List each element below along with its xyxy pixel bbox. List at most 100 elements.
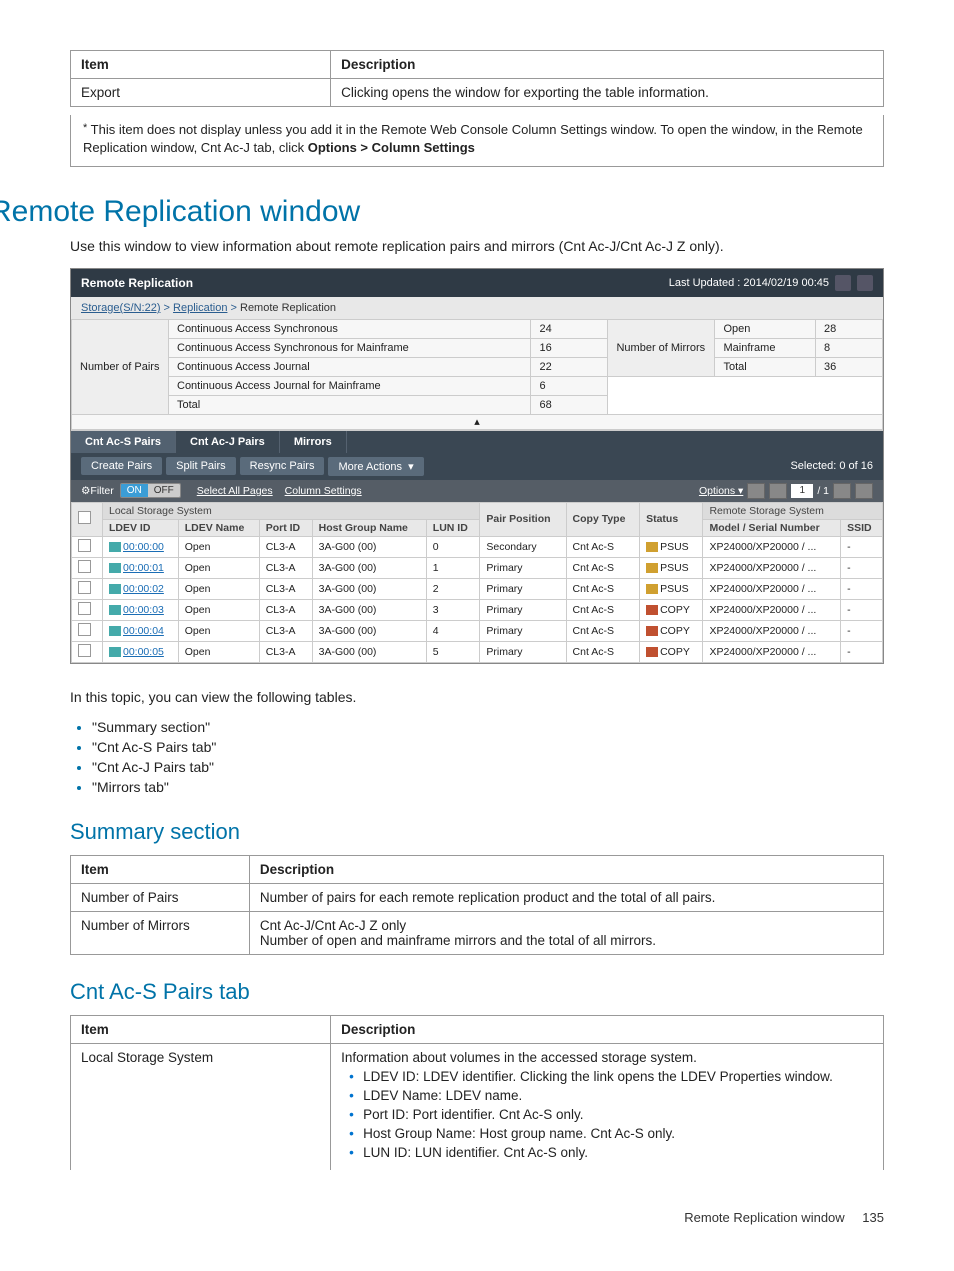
col-port[interactable]: Port ID [259,519,312,536]
page-input[interactable]: 1 [791,484,813,498]
cell-port: CL3-A [259,557,312,578]
td-item: Export [71,79,331,107]
mirrors-r0-l: Open [715,319,816,338]
cell-hg: 3A-G00 (00) [312,599,426,620]
summary-table: Item Description Number of Pairs Number … [70,855,884,955]
th-desc: Description [331,51,884,79]
tab-cnt-ac-j[interactable]: Cnt Ac-J Pairs [176,431,280,453]
row-checkbox[interactable] [78,644,91,657]
more-actions-button[interactable]: More Actions ▾ [328,457,423,476]
col-status[interactable]: Status [640,502,703,536]
row-checkbox[interactable] [78,623,91,636]
col-pair[interactable]: Pair Position [480,502,566,536]
cell-lun: 2 [426,578,480,599]
create-pairs-button[interactable]: Create Pairs [81,457,162,475]
resync-pairs-button[interactable]: Resync Pairs [240,457,325,475]
mirrors-r0-v: 28 [816,319,883,338]
crumb-storage[interactable]: Storage(S/N:22) [81,302,160,314]
cell-model: XP24000/XP20000 / ... [703,620,841,641]
cell-name: Open [178,578,259,599]
row-checkbox[interactable] [78,560,91,573]
table-row[interactable]: 00:00:04OpenCL3-A3A-G00 (00)4PrimaryCnt … [72,620,883,641]
col-copy[interactable]: Copy Type [566,502,640,536]
split-pairs-button[interactable]: Split Pairs [166,457,236,475]
page-first-icon[interactable] [747,483,765,499]
list-item: LDEV ID: LDEV identifier. Clicking the l… [349,1069,873,1084]
help-icon[interactable] [857,275,873,291]
options-menu[interactable]: Options ▾ [699,485,743,497]
footnote-star: * [83,122,87,134]
cell-lun: 3 [426,599,480,620]
cell-model: XP24000/XP20000 / ... [703,557,841,578]
ldev-link[interactable]: 00:00:02 [123,583,164,595]
selected-count: Selected: 0 of 16 [790,460,873,472]
select-all-pages[interactable]: Select All Pages [197,485,273,497]
select-all-checkbox[interactable] [78,511,91,524]
col-hg[interactable]: Host Group Name [312,519,426,536]
cell-hg: 3A-G00 (00) [312,578,426,599]
table-row[interactable]: 00:00:03OpenCL3-A3A-G00 (00)3PrimaryCnt … [72,599,883,620]
sum-r1-desc: Cnt Ac-J/Cnt Ac-J Z only Number of open … [249,911,883,954]
cell-pair: Secondary [480,536,566,557]
row-checkbox[interactable] [78,539,91,552]
cell-pair: Primary [480,620,566,641]
cell-ssid: - [841,536,883,557]
ldev-link[interactable]: 00:00:00 [123,541,164,553]
ldev-link[interactable]: 00:00:05 [123,646,164,658]
crumb-replication[interactable]: Replication [173,302,227,314]
link-cnt-ac-s[interactable]: "Cnt Ac-S Pairs tab" [92,739,216,755]
list-item: LDEV Name: LDEV name. [349,1088,873,1103]
link-mirrors[interactable]: "Mirrors tab" [92,779,169,795]
cell-name: Open [178,557,259,578]
col-ldev-id[interactable]: LDEV ID [103,519,179,536]
pairs-grid: Local Storage System Pair Position Copy … [71,502,883,663]
table-row[interactable]: 00:00:00OpenCL3-A3A-G00 (00)0SecondaryCn… [72,536,883,557]
col-ssid[interactable]: SSID [841,519,883,536]
row-checkbox[interactable] [78,581,91,594]
cell-lun: 0 [426,536,480,557]
cell-model: XP24000/XP20000 / ... [703,536,841,557]
col-ldev-name[interactable]: LDEV Name [178,519,259,536]
ldev-link[interactable]: 00:00:04 [123,625,164,637]
cell-copy: Cnt Ac-S [566,641,640,662]
cell-name: Open [178,641,259,662]
row-checkbox[interactable] [78,602,91,615]
pairs-r1-v: 16 [531,338,608,357]
cell-hg: 3A-G00 (00) [312,620,426,641]
link-summary[interactable]: "Summary section" [92,719,210,735]
page-last-icon[interactable] [855,483,873,499]
cell-copy: Cnt Ac-S [566,557,640,578]
ldev-link[interactable]: 00:00:03 [123,604,164,616]
column-settings[interactable]: Column Settings [285,485,362,497]
status-icon [646,542,658,552]
page-next-icon[interactable] [833,483,851,499]
sum-r0-desc: Number of pairs for each remote replicat… [249,883,883,911]
volume-icon [109,563,121,573]
volume-icon [109,584,121,594]
cas-th-item: Item [71,1015,331,1043]
grp-remote: Remote Storage System [703,502,883,519]
footnote: * This item does not display unless you … [70,115,884,167]
table-row[interactable]: 00:00:01OpenCL3-A3A-G00 (00)1PrimaryCnt … [72,557,883,578]
col-model[interactable]: Model / Serial Number [703,519,841,536]
collapse-handle[interactable]: ▴ [72,414,883,429]
tab-cnt-ac-s[interactable]: Cnt Ac-S Pairs [71,431,176,453]
footer-page: 135 [862,1210,884,1225]
page-prev-icon[interactable] [769,483,787,499]
list-item: Port ID: Port identifier. Cnt Ac-S only. [349,1107,873,1122]
col-lun[interactable]: LUN ID [426,519,480,536]
panel-header: Remote Replication Last Updated : 2014/0… [71,269,883,297]
volume-icon [109,647,121,657]
status-icon [646,584,658,594]
table-row[interactable]: 00:00:05OpenCL3-A3A-G00 (00)5PrimaryCnt … [72,641,883,662]
sum-th-item: Item [71,855,250,883]
tab-mirrors[interactable]: Mirrors [280,431,347,453]
cell-ssid: - [841,620,883,641]
refresh-icon[interactable] [835,275,851,291]
link-cnt-ac-j[interactable]: "Cnt Ac-J Pairs tab" [92,759,214,775]
ldev-link[interactable]: 00:00:01 [123,562,164,574]
cell-status: PSUS [640,578,703,599]
filter-toggle[interactable]: ONOFF [120,483,181,498]
table-row[interactable]: 00:00:02OpenCL3-A3A-G00 (00)2PrimaryCnt … [72,578,883,599]
pairs-r0-v: 24 [531,319,608,338]
